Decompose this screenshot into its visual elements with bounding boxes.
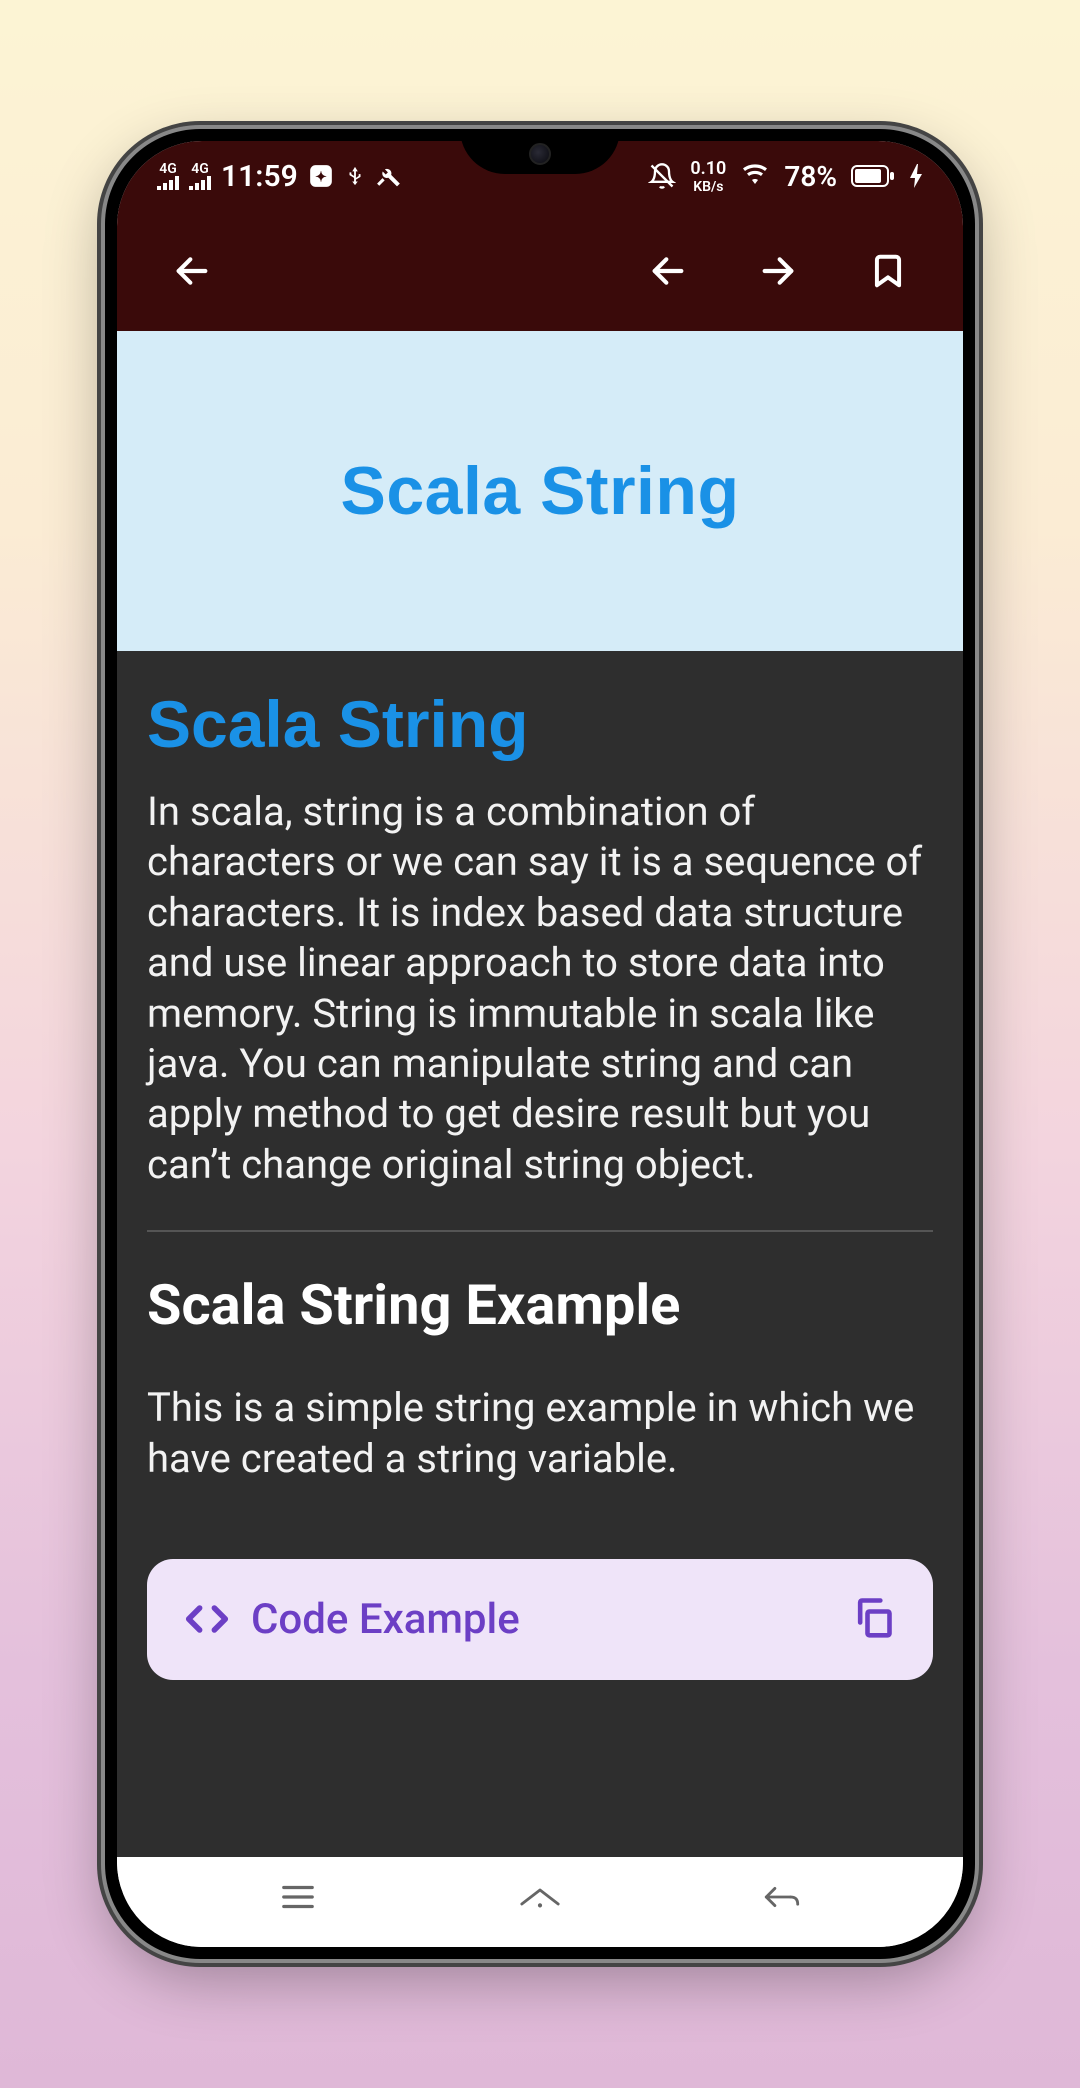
nav-prev-button[interactable] <box>633 236 703 306</box>
usb-icon <box>344 162 366 190</box>
example-heading: Scala String Example <box>147 1272 933 1338</box>
code-icon <box>185 1602 229 1636</box>
signal-bars-icon <box>189 176 211 190</box>
system-back-button[interactable] <box>737 1867 827 1927</box>
app-badge-icon: ✦ <box>308 163 334 189</box>
wifi-icon <box>740 164 770 188</box>
status-left: 4G 4G 11:59 ✦ <box>157 159 402 194</box>
arrow-right-icon <box>758 251 798 291</box>
signal-1: 4G <box>157 162 179 190</box>
article: Scala String In scala, string is a combi… <box>117 651 963 1715</box>
battery-icon <box>851 165 895 187</box>
content-area[interactable]: Scala String Scala String In scala, stri… <box>117 331 963 1857</box>
phone-frame: 4G 4G 11:59 ✦ 0.1 <box>105 129 975 1959</box>
bell-off-icon <box>648 162 676 190</box>
data-rate: 0.10 KB/s <box>690 158 726 195</box>
battery-pct: 78% <box>784 160 837 193</box>
hero-banner: Scala String <box>117 331 963 651</box>
recent-apps-button[interactable] <box>253 1867 343 1927</box>
nav-next-button[interactable] <box>743 236 813 306</box>
arrow-left-icon <box>648 251 688 291</box>
phone-notch <box>460 129 620 174</box>
screen: 4G 4G 11:59 ✦ 0.1 <box>117 141 963 1947</box>
app-bar <box>117 211 963 331</box>
data-rate-value: 0.10 <box>690 158 726 179</box>
status-time: 11:59 <box>221 159 298 194</box>
signal-2: 4G <box>189 162 211 190</box>
tools-icon <box>376 163 402 189</box>
signal-bars-icon <box>157 176 179 190</box>
home-icon <box>519 1883 561 1911</box>
charging-icon <box>909 164 923 188</box>
article-heading: Scala String <box>147 686 933 762</box>
article-body: In scala, string is a combination of cha… <box>147 787 933 1190</box>
camera-lens <box>529 143 551 165</box>
system-nav-bar <box>117 1857 963 1947</box>
menu-icon <box>279 1882 317 1912</box>
back-button[interactable] <box>157 236 227 306</box>
svg-text:✦: ✦ <box>315 169 327 185</box>
bookmark-button[interactable] <box>853 236 923 306</box>
hero-title: Scala String <box>340 452 739 530</box>
bookmark-icon <box>869 252 907 290</box>
signal-1-label: 4G <box>159 162 177 176</box>
data-rate-unit: KB/s <box>693 179 723 195</box>
code-example-card[interactable]: Code Example <box>147 1559 933 1680</box>
example-body: This is a simple string example in which… <box>147 1383 933 1484</box>
code-card-label: Code Example <box>251 1595 520 1644</box>
signal-2-label: 4G <box>191 162 209 176</box>
copy-button[interactable] <box>851 1595 895 1643</box>
code-card-left: Code Example <box>185 1595 520 1644</box>
back-icon <box>762 1884 802 1910</box>
divider <box>147 1230 933 1232</box>
arrow-left-icon <box>172 251 212 291</box>
status-right: 0.10 KB/s 78% <box>648 158 923 195</box>
copy-icon <box>851 1595 895 1639</box>
home-button[interactable] <box>495 1867 585 1927</box>
